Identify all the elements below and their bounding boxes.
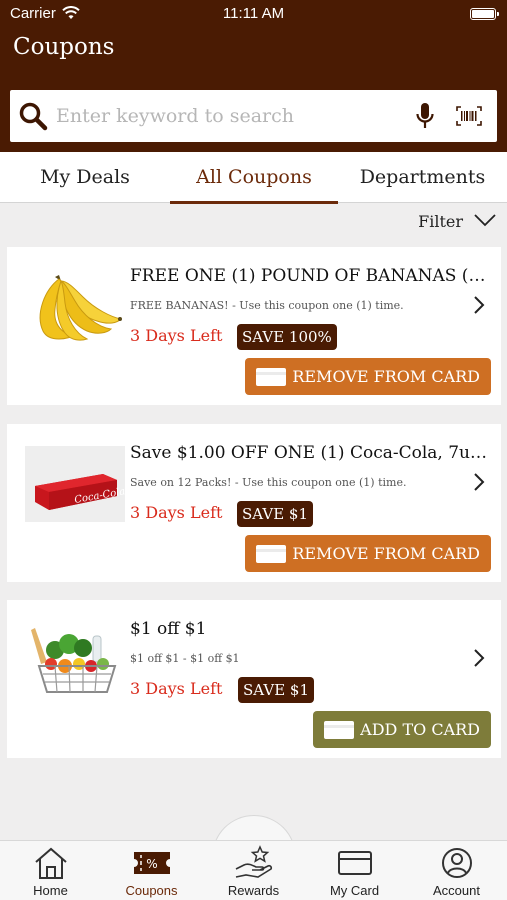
coca-cola-12-pack-image: Coca-Cola [25,446,126,522]
card-icon [256,367,287,386]
button-label: REMOVE FROM CARD [292,367,480,386]
days-left: 3 Days Left [130,679,223,698]
add-to-card-button[interactable]: ADD TO CARD [313,711,491,748]
nav-account[interactable]: Account [406,846,507,900]
tab-all-coupons[interactable]: All Coupons [170,152,338,204]
button-label: ADD TO CARD [360,720,480,739]
coupon-description: FREE BANANAS! - Use this coupon one (1) … [130,299,404,312]
save-badge: SAVE 100% [237,324,337,350]
coupon-card[interactable]: $1 off $1 $1 off $1 - $1 off $1 3 Days L… [7,600,501,758]
search-icon[interactable] [17,100,49,136]
coupon-description: $1 off $1 - $1 off $1 [130,652,240,665]
chevron-down-icon [473,212,497,231]
account-icon [406,846,507,880]
tab-departments[interactable]: Departments [338,152,507,203]
days-left: 3 Days Left [130,503,223,522]
button-label: REMOVE FROM CARD [292,544,480,563]
coupon-ticket-icon: % [101,846,202,880]
barcode-scan-icon[interactable] [456,106,482,130]
home-icon [0,846,101,880]
coupon-tabs: My Deals All Coupons Departments [0,152,507,204]
remove-from-card-button[interactable]: REMOVE FROM CARD [245,535,491,572]
coupon-title: FREE ONE (1) POUND OF BANANAS (US... [130,266,490,286]
nav-label: Home [33,883,68,898]
status-bar: Carrier 11:11 AM [0,5,507,25]
search-input[interactable] [56,100,356,132]
filter-button[interactable]: Filter [418,212,497,231]
nav-coupons[interactable]: % Coupons [101,846,202,900]
filter-label: Filter [418,212,463,231]
nav-label: My Card [329,883,380,898]
card-icon [304,846,405,880]
nav-home[interactable]: Home [0,846,101,900]
grocery-basket-image [25,622,125,698]
chevron-right-icon[interactable] [473,648,485,672]
card-icon [324,720,355,739]
coupon-title: $1 off $1 [130,619,207,639]
nav-my-card[interactable]: My Card [304,846,405,900]
microphone-icon[interactable] [415,102,435,134]
rewards-hand-star-icon [203,845,304,880]
nav-label: Account [433,883,480,898]
coupon-card[interactable]: FREE ONE (1) POUND OF BANANAS (US... FRE… [7,247,501,405]
coupon-description: Save on 12 Packs! - Use this coupon one … [130,476,407,489]
battery-icon [470,8,499,20]
nav-rewards[interactable]: Rewards [203,845,304,900]
svg-text:%: % [146,857,157,871]
app-header: Carrier 11:11 AM Coupons [0,0,507,152]
coupon-card[interactable]: Coca-Cola Save $1.00 OFF ONE (1) Coca-Co… [7,424,501,582]
chevron-right-icon[interactable] [473,295,485,319]
coupon-title: Save $1.00 OFF ONE (1) Coca-Cola, 7up, o… [130,443,490,463]
card-icon [256,544,287,563]
nav-label: Rewards [227,883,280,898]
nav-label: Coupons [125,883,178,898]
save-badge: SAVE $1 [238,677,314,703]
search-bar [10,90,497,142]
remove-from-card-button[interactable]: REMOVE FROM CARD [245,358,491,395]
save-badge: SAVE $1 [237,501,313,527]
bananas-image [25,269,125,345]
clock: 11:11 AM [222,5,285,22]
page-title: Coupons [13,34,115,60]
chevron-right-icon[interactable] [473,472,485,496]
tab-my-deals[interactable]: My Deals [0,152,170,203]
days-left: 3 Days Left [130,326,223,345]
